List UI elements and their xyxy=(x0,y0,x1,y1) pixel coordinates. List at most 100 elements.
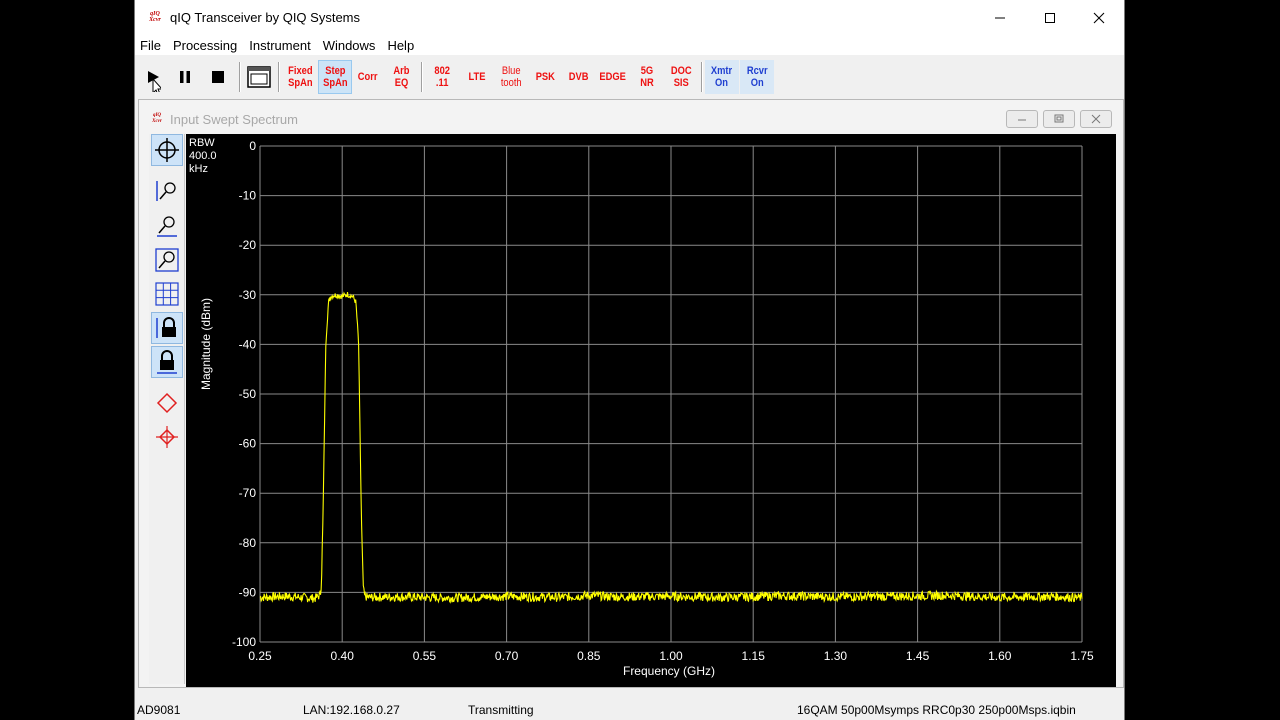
status-state: Transmitting xyxy=(468,703,534,717)
status-file: 16QAM 50p00Msymps RRC0p30 250p00Msps.iqb… xyxy=(797,703,1076,717)
menu-processing[interactable]: Processing xyxy=(167,38,243,53)
5g-nr-button[interactable]: 5G NR xyxy=(632,60,662,94)
lock-x-tool-button[interactable] xyxy=(151,312,183,344)
play-icon xyxy=(148,71,161,92)
marker-tool-button[interactable] xyxy=(151,387,183,419)
status-lan: LAN:192.168.0.27 xyxy=(303,703,400,717)
y-tick-label: -90 xyxy=(239,585,257,599)
zoom-box-tool-button[interactable] xyxy=(151,244,183,276)
child-close-button[interactable] xyxy=(1080,110,1112,128)
minimize-icon xyxy=(995,17,1005,18)
input-swept-spectrum-window: qIQ Xcvr Input Swept Spectrum RBW 400.0 … xyxy=(138,99,1124,688)
app-window: qIQ Xcvr qIQ Transceiver by QIQ Systems … xyxy=(134,0,1125,720)
diamond-marker-icon xyxy=(156,392,178,414)
zoom-y-icon xyxy=(157,216,177,237)
x-tick-label: 0.70 xyxy=(495,649,519,663)
x-axis-label: Frequency (GHz) xyxy=(623,664,715,678)
menu-help[interactable]: Help xyxy=(381,38,420,53)
minimize-button[interactable] xyxy=(977,0,1023,35)
window-layout-button[interactable] xyxy=(245,60,273,94)
restore-icon xyxy=(1054,114,1064,123)
child-minimize-button[interactable] xyxy=(1006,110,1038,128)
menu-file[interactable]: File xyxy=(135,38,167,53)
stop-button[interactable] xyxy=(205,60,231,94)
zoom-x-tool-button[interactable] xyxy=(151,175,183,207)
crosshair-tool-button[interactable] xyxy=(151,134,183,166)
x-tick-label: 1.15 xyxy=(742,649,766,663)
lock-x-icon xyxy=(156,317,176,338)
spectrum-chart: 0.25 0.40 0.55 0.70 0.85 1.00 1.15 1.30 1.45 1.60… xyxy=(199,139,1094,678)
app-logo: qIQ Xcvr xyxy=(149,11,161,23)
menu-windows[interactable]: Windows xyxy=(317,38,382,53)
maximize-button[interactable] xyxy=(1027,0,1073,35)
x-tick-label: 1.00 xyxy=(659,649,683,663)
x-tick-label: 0.40 xyxy=(331,649,355,663)
status-device: AD9081 xyxy=(137,703,181,717)
edge-button[interactable]: EDGE xyxy=(596,60,630,94)
bluetooth-button[interactable]: Blue tooth xyxy=(495,60,527,94)
menu-instrument[interactable]: Instrument xyxy=(243,38,316,53)
y-tick-label: -40 xyxy=(239,337,257,351)
xmtr-on-button[interactable]: Xmtr On xyxy=(705,60,739,94)
y-tick-label: -80 xyxy=(239,536,257,550)
minimize-icon xyxy=(1018,119,1026,121)
docsis-button[interactable]: DOC SIS xyxy=(665,60,697,94)
toolbar-separator xyxy=(421,62,423,92)
pause-button[interactable] xyxy=(172,60,198,94)
child-window-title: Input Swept Spectrum xyxy=(170,112,298,127)
close-icon xyxy=(1093,12,1105,23)
lte-button[interactable]: LTE xyxy=(461,60,493,94)
maximize-icon xyxy=(1045,12,1055,23)
toolbar-separator xyxy=(701,62,703,92)
x-tick-label: 1.60 xyxy=(988,649,1012,663)
toolbar-separator xyxy=(239,62,241,92)
y-tick-label: -50 xyxy=(239,387,257,401)
toolbar: Fixed SpAn Step SpAn Corr Arb EQ 802 .11… xyxy=(135,58,1124,96)
y-tick-label: -30 xyxy=(239,288,257,302)
psk-button[interactable]: PSK xyxy=(529,60,561,94)
play-button[interactable] xyxy=(139,60,167,94)
x-tick-label: 1.30 xyxy=(824,649,848,663)
toolbar-separator xyxy=(278,62,280,92)
delta-marker-tool-button[interactable] xyxy=(151,421,183,453)
crosshair-marker-icon xyxy=(156,426,178,448)
zoom-x-icon xyxy=(156,181,176,201)
x-tick-label: 0.55 xyxy=(413,649,437,663)
corr-button[interactable]: Corr xyxy=(353,60,383,94)
wifi-802-11-button[interactable]: 802 .11 xyxy=(426,60,458,94)
y-tick-label: -60 xyxy=(239,437,257,451)
child-title-bar: qIQ Xcvr Input Swept Spectrum xyxy=(139,100,1123,134)
y-axis-label: Magnitude (dBm) xyxy=(199,298,213,390)
grid-icon xyxy=(155,282,179,306)
window-title: qIQ Transceiver by QIQ Systems xyxy=(170,10,360,25)
status-bar: AD9081 LAN:192.168.0.27 Transmitting 16Q… xyxy=(135,700,1124,720)
y-tick-label: -100 xyxy=(232,635,256,649)
dvb-button[interactable]: DVB xyxy=(563,60,595,94)
lock-y-icon xyxy=(157,350,177,374)
chart-tool-strip xyxy=(149,134,185,684)
x-tick-label: 0.25 xyxy=(248,649,272,663)
arb-eq-button[interactable]: Arb EQ xyxy=(386,60,416,94)
fixed-span-button[interactable]: Fixed SpAn xyxy=(283,60,317,94)
rcvr-on-button[interactable]: Rcvr On xyxy=(740,60,774,94)
step-span-button[interactable]: Step SpAn xyxy=(318,60,352,94)
y-tick-label: 0 xyxy=(249,139,256,153)
grid-tool-button[interactable] xyxy=(151,278,183,310)
y-tick-label: -20 xyxy=(239,238,257,252)
zoom-y-tool-button[interactable] xyxy=(151,210,183,242)
title-bar: qIQ Xcvr qIQ Transceiver by QIQ Systems xyxy=(135,0,1124,35)
child-restore-button[interactable] xyxy=(1043,110,1075,128)
close-icon xyxy=(1091,114,1101,124)
y-tick-label: -10 xyxy=(239,189,257,203)
x-tick-label: 1.75 xyxy=(1070,649,1094,663)
child-logo: qIQ Xcvr xyxy=(152,113,162,124)
pause-icon xyxy=(180,71,190,83)
lock-y-tool-button[interactable] xyxy=(151,346,183,378)
y-tick-label: -70 xyxy=(239,486,257,500)
crosshair-icon xyxy=(155,138,179,162)
x-tick-label: 0.85 xyxy=(577,649,601,663)
stop-icon xyxy=(212,71,224,83)
spectrum-plot[interactable]: RBW 400.0 kHz 0.25 0.40 0.55 0.70 0.85 1.00 1.… xyxy=(186,134,1116,687)
menu-bar: File Processing Instrument Windows Help xyxy=(135,35,1124,55)
close-button[interactable] xyxy=(1076,0,1122,35)
